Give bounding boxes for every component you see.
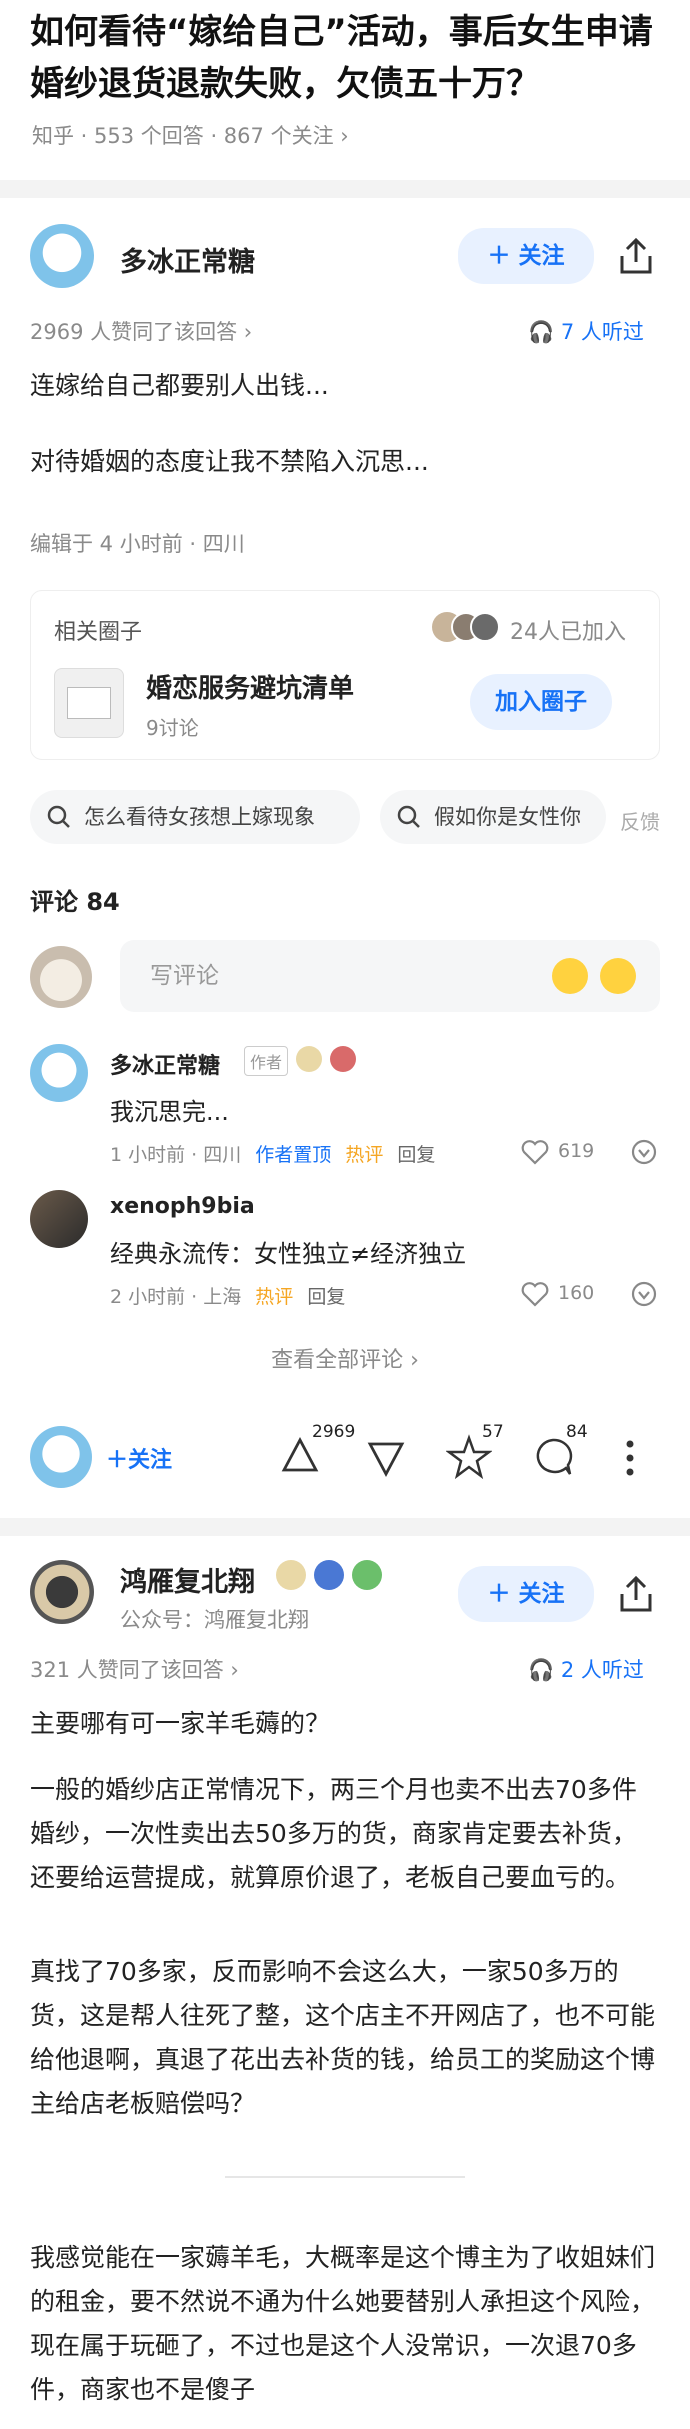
search-chip[interactable]: 怎么看待女孩想上嫁现象: [30, 790, 360, 844]
circle-name[interactable]: 婚恋服务避坑清单: [146, 668, 354, 705]
reply-link[interactable]: 回复: [307, 1286, 345, 1308]
answer-paragraph: 一般的婚纱店正常情况下，两三个月也卖不出去70多件婚纱，一次性卖出去50多万的货…: [30, 1775, 637, 1892]
comment-author[interactable]: 多冰正常糖: [110, 1048, 220, 1080]
divider-line: [225, 2176, 465, 2178]
member-avatars: [432, 612, 500, 642]
avatar[interactable]: [30, 1426, 92, 1488]
pinned-tag: 作者置顶: [255, 1144, 332, 1166]
comment-count: 84: [566, 1422, 588, 1442]
search-icon: [396, 804, 422, 830]
answer-paragraph: 真找了70多家，反而影响不会这么大，一家50多万的货，这是帮人往死了整，这个店主…: [30, 1957, 656, 2118]
question-meta[interactable]: 知乎 · 553 个回答 · 867 个关注 ›: [32, 120, 349, 150]
headphone-icon: 🎧: [528, 1658, 561, 1682]
question-title: 如何看待“嫁给自己”活动，事后女生申请婚纱退货退款失败，欠债五十万？: [30, 12, 653, 104]
author-name[interactable]: 多冰正常糖: [120, 240, 255, 279]
avatar[interactable]: [30, 1560, 94, 1624]
hot-tag: 热评: [345, 1144, 384, 1166]
circle-thumbnail: [54, 668, 124, 738]
like-count: 160: [558, 1282, 595, 1304]
my-avatar: [30, 946, 92, 1008]
level-icon: [276, 1560, 306, 1590]
follow-button[interactable]: ＋ 关注: [458, 1566, 594, 1622]
answer-paragraph: 我感觉能在一家薅羊毛，大概率是这个博主为了收姐妹们的租金，要不然说不通为什么她要…: [30, 2243, 656, 2404]
comment-author[interactable]: xenoph9bia: [110, 1194, 255, 1219]
emoji-icon[interactable]: [552, 958, 588, 994]
dislike-icon[interactable]: [630, 1138, 658, 1166]
upvote-summary[interactable]: 2969 人赞同了该回答 ›: [30, 316, 252, 346]
headphone-icon: 🎧: [528, 320, 561, 344]
comment-meta: 1 小时前 · 四川 作者置顶 热评 回复: [110, 1144, 436, 1166]
circle-members: 24人已加入: [510, 620, 626, 645]
avatar[interactable]: [30, 224, 94, 288]
circle-discussions: 9讨论: [146, 716, 199, 740]
avatar[interactable]: [30, 1044, 88, 1102]
follow-button[interactable]: ＋ 关注: [458, 228, 594, 284]
search-icon: [46, 804, 72, 830]
section-divider: [0, 180, 690, 198]
level-icon: [296, 1046, 322, 1072]
avatar[interactable]: [30, 1190, 88, 1248]
comment-text: 经典永流传：女性独立≠经济独立: [110, 1240, 467, 1268]
upvote-count: 2969: [312, 1422, 356, 1442]
downvote-icon[interactable]: [364, 1436, 408, 1480]
section-divider: [0, 1518, 690, 1536]
view-all-comments[interactable]: 查看全部评论 ›: [0, 1342, 690, 1374]
medal-icon: [330, 1046, 356, 1072]
dislike-icon[interactable]: [630, 1280, 658, 1308]
join-circle-button[interactable]: 加入圈子: [470, 674, 612, 730]
author-name[interactable]: 鸿雁复北翔: [120, 1560, 255, 1599]
follow-button[interactable]: ＋关注: [106, 1442, 172, 1474]
certified-icon: [314, 1560, 344, 1590]
hot-tag: 热评: [255, 1286, 294, 1308]
circle-header: 相关圈子: [54, 620, 143, 645]
emoji-icon[interactable]: [600, 958, 636, 994]
like-count: 619: [558, 1140, 595, 1162]
listen-count[interactable]: 🎧 2 人听过: [528, 1654, 644, 1684]
listen-count[interactable]: 🎧 7 人听过: [528, 316, 644, 346]
author-badge: 作者: [244, 1046, 289, 1076]
reply-link[interactable]: 回复: [397, 1144, 435, 1166]
edit-time: 编辑于 4 小时前 · 四川: [30, 532, 245, 556]
upvote-summary[interactable]: 321 人赞同了该回答 ›: [30, 1654, 239, 1684]
more-icon[interactable]: [620, 1436, 640, 1480]
medal-icon: [352, 1560, 382, 1590]
author-subtitle: 公众号：鸿雁复北翔: [120, 1608, 309, 1632]
comments-title: 评论 84: [30, 888, 120, 916]
heart-icon[interactable]: [520, 1280, 550, 1308]
answer-paragraph: 对待婚姻的态度让我不禁陷入沉思...: [30, 447, 429, 476]
share-icon[interactable]: [614, 1572, 658, 1616]
feedback-link[interactable]: 反馈: [620, 806, 660, 835]
answer-paragraph: 连嫁给自己都要别人出钱...: [30, 371, 329, 400]
comment-text: 我沉思完...: [110, 1098, 229, 1126]
share-icon[interactable]: [614, 234, 658, 278]
comment-meta: 2 小时前 · 上海 热评 回复: [110, 1286, 346, 1308]
heart-icon[interactable]: [520, 1138, 550, 1166]
answer-paragraph: 主要哪有可一家羊毛薅的？: [30, 1709, 331, 1738]
star-count: 57: [482, 1422, 504, 1442]
